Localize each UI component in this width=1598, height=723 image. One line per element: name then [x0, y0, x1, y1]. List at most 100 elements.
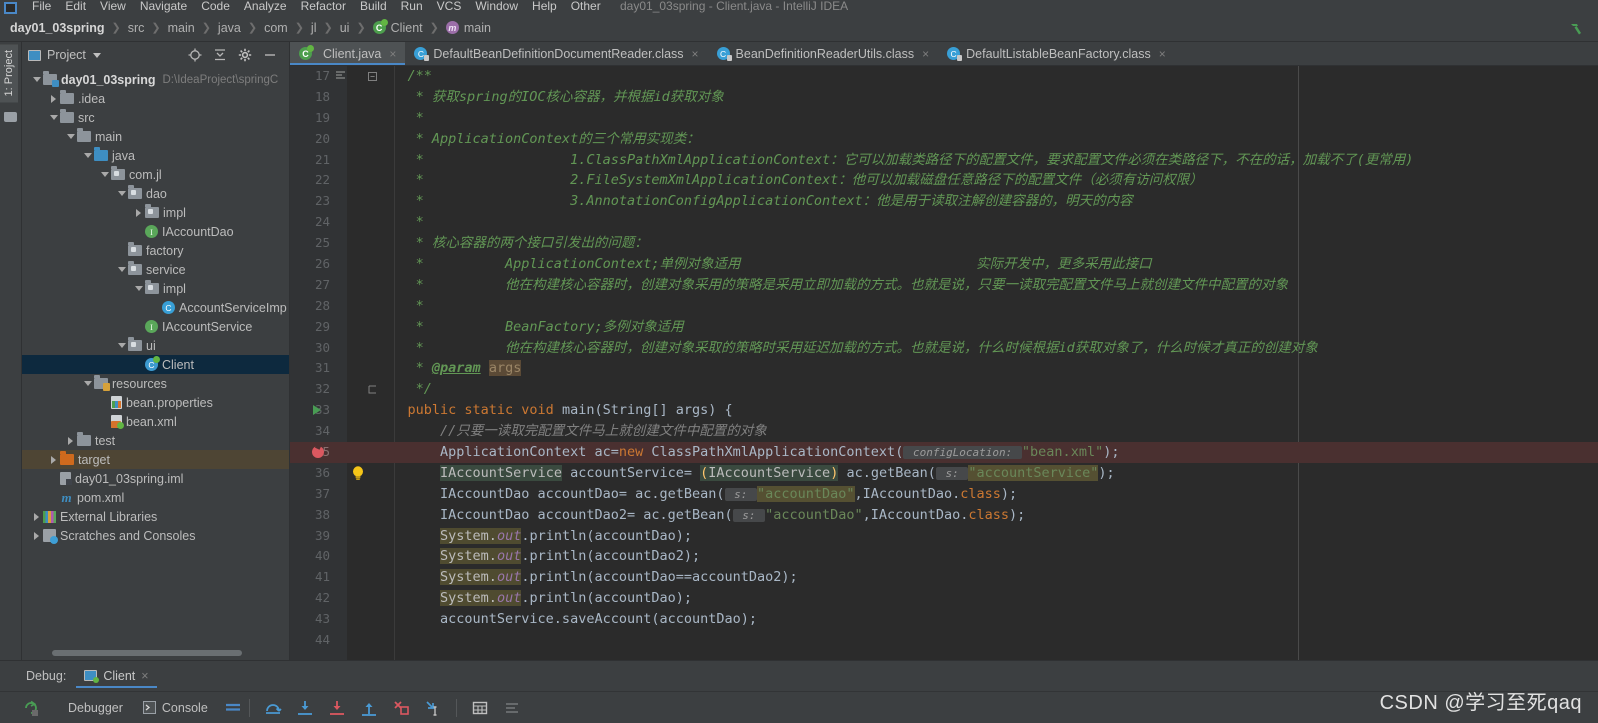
- breadcrumb-item-java[interactable]: java: [218, 21, 241, 35]
- code-line-21[interactable]: 21 * 1.ClassPathXmlApplicationContext：它可…: [290, 150, 1598, 171]
- step-into-icon[interactable]: [296, 699, 314, 717]
- tab-client-java[interactable]: C Client.java ×: [290, 42, 406, 65]
- menu-item-edit[interactable]: Edit: [58, 0, 93, 13]
- breadcrumb-item-client[interactable]: C Client: [372, 19, 423, 35]
- rerun-icon[interactable]: [22, 699, 40, 717]
- twisty-expanded-icon[interactable]: [117, 267, 126, 272]
- twisty-expanded-icon[interactable]: [83, 381, 92, 386]
- tab-beandefinitionreaderutils[interactable]: C BeanDefinitionReaderUtils.class ×: [708, 42, 939, 65]
- code-lines[interactable]: 17− /** 18 * 获取spring的IOC核心容器，并根据id获取对象 19…: [290, 66, 1598, 660]
- code-line-41[interactable]: 41 System.out.println(accountDao==accoun…: [290, 567, 1598, 588]
- tree-item-resources[interactable]: resources: [22, 374, 289, 393]
- tree-item-dao[interactable]: dao: [22, 184, 289, 203]
- twisty-expanded-icon[interactable]: [134, 286, 143, 291]
- sidebar-tab-project[interactable]: 1: Project: [0, 44, 18, 103]
- code-line-44[interactable]: 44: [290, 630, 1598, 651]
- code-line-30[interactable]: 30 * 他在构建核心容器时，创建对象采取的策略时采用延迟加载的方式。也就是说，…: [290, 338, 1598, 359]
- tree-item-external-libraries[interactable]: External Libraries: [22, 507, 289, 526]
- breadcrumb-item-jl[interactable]: jl: [311, 21, 317, 35]
- code-line-18[interactable]: 18 * 获取spring的IOC核心容器，并根据id获取对象: [290, 87, 1598, 108]
- code-line-40[interactable]: 40 System.out.println(accountDao2);: [290, 546, 1598, 567]
- tree-item-factory[interactable]: factory: [22, 241, 289, 260]
- force-step-into-icon[interactable]: [328, 699, 346, 717]
- close-icon[interactable]: ×: [692, 47, 699, 61]
- tree-item-pom-xml[interactable]: m pom.xml: [22, 488, 289, 507]
- debugger-tab-button[interactable]: Debugger: [58, 695, 133, 721]
- menu-item-file[interactable]: File: [25, 0, 58, 13]
- twisty-expanded-icon[interactable]: [100, 172, 109, 177]
- layout-icon[interactable]: [224, 699, 242, 717]
- tree-item-service[interactable]: service: [22, 260, 289, 279]
- code-line-22[interactable]: 22 * 2.FileSystemXmlApplicationContext：他…: [290, 170, 1598, 191]
- structure-folder-icon[interactable]: [4, 112, 17, 123]
- menu-item-window[interactable]: Window: [468, 0, 525, 13]
- code-line-39[interactable]: 39 System.out.println(accountDao);: [290, 526, 1598, 547]
- console-tab-button[interactable]: Console: [133, 695, 218, 721]
- code-line-26[interactable]: 26 * ApplicationContext;单例对象适用 实际开发中，更多采…: [290, 254, 1598, 275]
- code-line-35[interactable]: 35 ApplicationContext ac=new ClassPathXm…: [290, 442, 1598, 463]
- code-line-43[interactable]: 43 accountService.saveAccount(accountDao…: [290, 609, 1598, 630]
- breakpoint-icon[interactable]: [312, 446, 324, 459]
- tab-defaultlistablebeanfactory[interactable]: C DefaultListableBeanFactory.class ×: [938, 42, 1175, 65]
- code-line-25[interactable]: 25 * 核心容器的两个接口引发出的问题：: [290, 233, 1598, 254]
- tree-item-src[interactable]: src: [22, 108, 289, 127]
- breadcrumb-item-project[interactable]: day01_03spring: [10, 21, 105, 35]
- menu-item-analyze[interactable]: Analyze: [237, 0, 294, 13]
- twisty-collapsed-icon[interactable]: [34, 531, 39, 540]
- tree-item-bean-properties[interactable]: bean.properties: [22, 393, 289, 412]
- twisty-expanded-icon[interactable]: [117, 191, 126, 196]
- tree-item-impl[interactable]: impl: [22, 203, 289, 222]
- evaluate-icon[interactable]: [471, 699, 489, 717]
- code-line-29[interactable]: 29 * BeanFactory;多例对象适用: [290, 317, 1598, 338]
- breadcrumb-item-method-main[interactable]: m main: [445, 21, 491, 35]
- tree-item-client[interactable]: C Client: [22, 355, 289, 374]
- twisty-collapsed-icon[interactable]: [68, 436, 73, 445]
- code-line-34[interactable]: 34 //只要一读取完配置文件马上就创建文件中配置的对象: [290, 421, 1598, 442]
- code-line-24[interactable]: 24 *: [290, 212, 1598, 233]
- project-tree-hscrollbar[interactable]: [52, 650, 242, 656]
- chevron-down-icon[interactable]: [92, 52, 101, 58]
- tree-item-day01-03spring-iml[interactable]: day01_03spring.iml: [22, 469, 289, 488]
- code-line-36[interactable]: 36 IAccountService accountService= (IAcc…: [290, 463, 1598, 484]
- step-out-icon[interactable]: [360, 699, 378, 717]
- breadcrumb-item-com[interactable]: com: [264, 21, 288, 35]
- menu-item-navigate[interactable]: Navigate: [133, 0, 194, 13]
- tree-item-bean-xml[interactable]: bean.xml: [22, 412, 289, 431]
- twisty-collapsed-icon[interactable]: [51, 455, 56, 464]
- tree-item-main[interactable]: main: [22, 127, 289, 146]
- settings-gear-icon[interactable]: [238, 48, 252, 62]
- twisty-expanded-icon[interactable]: [83, 153, 92, 158]
- twisty-expanded-icon[interactable]: [66, 134, 75, 139]
- code-line-23[interactable]: 23 * 3.AnnotationConfigApplicationContex…: [290, 191, 1598, 212]
- drop-frame-icon[interactable]: [392, 699, 410, 717]
- collapse-all-icon[interactable]: [213, 48, 227, 62]
- code-line-20[interactable]: 20 * ApplicationContext的三个常用实现类：: [290, 129, 1598, 150]
- run-to-cursor-icon[interactable]: [424, 699, 442, 717]
- step-over-icon[interactable]: [264, 699, 282, 717]
- code-line-38[interactable]: 38 IAccountDao accountDao2= ac.getBean( …: [290, 505, 1598, 526]
- menu-item-help[interactable]: Help: [525, 0, 564, 13]
- tree-item-iaccountservice[interactable]: I IAccountService: [22, 317, 289, 336]
- locate-icon[interactable]: [188, 48, 202, 62]
- code-line-28[interactable]: 28 *: [290, 296, 1598, 317]
- code-line-37[interactable]: 37 IAccountDao accountDao= ac.getBean( s…: [290, 484, 1598, 505]
- run-gutter-icon[interactable]: [313, 405, 321, 416]
- breadcrumb-item-ui[interactable]: ui: [340, 21, 350, 35]
- breadcrumb-item-src[interactable]: src: [128, 21, 145, 35]
- breadcrumb-item-main[interactable]: main: [168, 21, 195, 35]
- hammer-icon[interactable]: [1568, 21, 1584, 37]
- menu-item-view[interactable]: View: [93, 0, 133, 13]
- code-line-17[interactable]: 17− /**: [290, 66, 1598, 87]
- twisty-expanded-icon[interactable]: [49, 115, 58, 120]
- project-tree[interactable]: day01_03spring D:\IdeaProject\springC .ide…: [22, 68, 289, 660]
- close-icon[interactable]: ×: [1159, 47, 1166, 61]
- intention-bulb-icon[interactable]: [352, 466, 364, 481]
- tree-item-com-jl[interactable]: com.jl: [22, 165, 289, 184]
- twisty-expanded-icon[interactable]: [32, 77, 41, 82]
- tree-item-idea[interactable]: .idea: [22, 89, 289, 108]
- tree-item-test[interactable]: test: [22, 431, 289, 450]
- close-icon[interactable]: ×: [389, 47, 396, 61]
- tree-item-impl[interactable]: impl: [22, 279, 289, 298]
- menu-item-build[interactable]: Build: [353, 0, 394, 13]
- code-line-27[interactable]: 27 * 他在构建核心容器时，创建对象采用的策略是采用立即加载的方式。也就是说，…: [290, 275, 1598, 296]
